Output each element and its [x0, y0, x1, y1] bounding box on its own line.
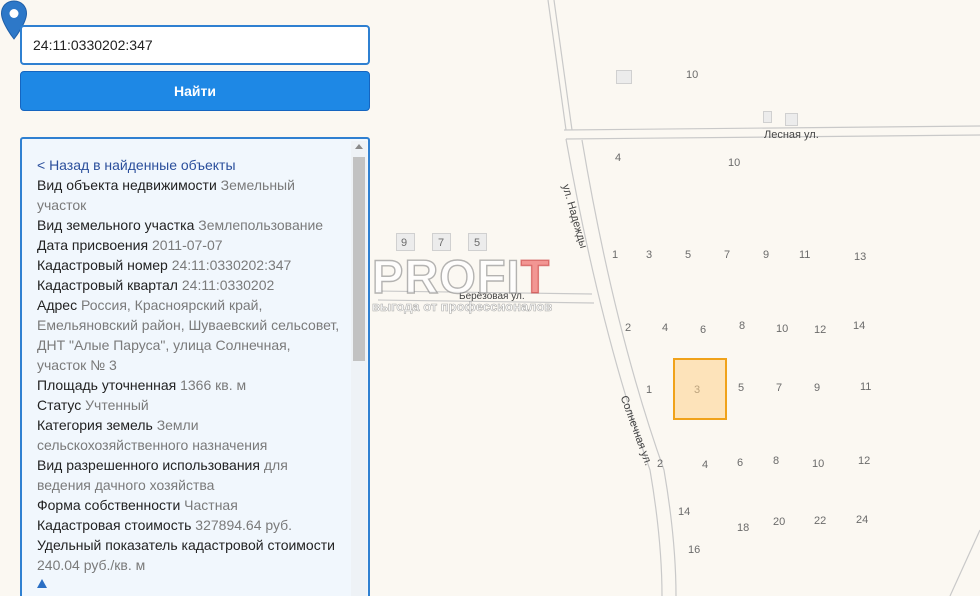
- building: [785, 113, 798, 126]
- watermark-main-accent: T: [520, 250, 551, 303]
- back-to-results-link[interactable]: < Назад в найденные объекты: [37, 155, 342, 175]
- info-row-object-type: Вид объекта недвижимости Земельный участ…: [37, 175, 342, 215]
- cadastral-search-input[interactable]: [20, 25, 370, 65]
- house-number: 1: [612, 249, 619, 261]
- house-number: 18: [737, 522, 750, 534]
- house-number: 14: [853, 320, 866, 332]
- house-number: 14: [678, 506, 691, 518]
- house-number: 5: [738, 382, 745, 394]
- info-label: Категория земель: [37, 417, 153, 433]
- house-number: 7: [438, 237, 445, 249]
- house-number: 10: [776, 323, 789, 335]
- info-label: Статус: [37, 397, 82, 413]
- info-row-land-category: Категория земель Земли сельскохозяйствен…: [37, 415, 342, 455]
- house-number: 2: [657, 458, 664, 470]
- info-label: Форма собственности: [37, 497, 181, 513]
- watermark-main: PROFI: [371, 250, 521, 303]
- info-value: Учтенный: [85, 397, 149, 413]
- info-row-land-type: Вид земельного участка Землепользование: [37, 215, 342, 235]
- house-number: 5: [685, 249, 692, 261]
- info-value: 2011-07-07: [151, 237, 223, 253]
- house-number: 10: [728, 157, 741, 169]
- house-number: 24: [856, 514, 869, 526]
- info-row-ownership: Форма собственности Частная: [37, 495, 342, 515]
- house-number: 11: [799, 249, 811, 261]
- house-number: 2: [625, 322, 632, 334]
- house-number: 7: [724, 249, 731, 261]
- house-number: 10: [686, 69, 699, 81]
- info-label: Удельный показатель кадастровой стоимост…: [37, 537, 335, 553]
- object-info-panel: < Назад в найденные объекты Вид объекта …: [20, 137, 370, 596]
- house-number: 3: [646, 249, 653, 261]
- info-value: 1366 кв. м: [180, 377, 247, 393]
- info-value: Частная: [184, 497, 238, 513]
- info-value: 327894.64 руб.: [195, 517, 293, 533]
- house-number: 13: [854, 251, 867, 263]
- info-label: Кадастровый квартал: [37, 277, 178, 293]
- info-value: 240.04 руб./кв. м: [37, 557, 146, 573]
- house-number: 1: [646, 384, 653, 396]
- info-label: Вид объекта недвижимости: [37, 177, 217, 193]
- info-label: Вид земельного участка: [37, 217, 195, 233]
- house-number: 16: [688, 544, 701, 556]
- info-label: Адрес: [37, 297, 78, 313]
- house-number: 6: [700, 324, 707, 336]
- info-row-permitted-use: Вид разрешенного использования для веден…: [37, 455, 342, 495]
- info-row-status: Статус Учтенный: [37, 395, 342, 415]
- house-number: 8: [739, 320, 746, 332]
- house-number: 20: [773, 516, 786, 528]
- find-button[interactable]: Найти: [20, 71, 370, 111]
- info-value: Землепользование: [198, 217, 324, 233]
- house-number: 4: [615, 152, 622, 164]
- info-value: 24:11:0330202: [181, 277, 275, 293]
- house-number: 10: [812, 458, 825, 470]
- info-row-cadastral-value: Кадастровая стоимость 327894.64 руб.: [37, 515, 342, 535]
- scroll-thumb[interactable]: [353, 157, 365, 361]
- house-number: 12: [814, 324, 827, 336]
- house-number: 9: [814, 382, 821, 394]
- info-row-assign-date: Дата присвоения 2011-07-07: [37, 235, 342, 255]
- house-number: 9: [401, 237, 408, 249]
- house-number: 7: [776, 382, 783, 394]
- panel-scrollbar[interactable]: [351, 141, 367, 596]
- info-label: Площадь уточненная: [37, 377, 177, 393]
- info-label: Кадастровая стоимость: [37, 517, 192, 533]
- profit-watermark: PROFIT выгода от профессионалов: [371, 250, 612, 315]
- house-number: 8: [773, 455, 780, 467]
- house-number: 22: [814, 515, 827, 527]
- house-number: 4: [702, 459, 709, 471]
- info-label: Вид разрешенного использования: [37, 457, 260, 473]
- house-number: 12: [858, 455, 871, 467]
- info-content: < Назад в найденные объекты Вид объекта …: [37, 155, 342, 575]
- watermark-subtitle: выгода от профессионалов: [372, 299, 553, 315]
- street-label-lesnaya: Лесная ул.: [764, 129, 819, 141]
- info-value: Россия, Красноярский край, Емельяновский…: [37, 297, 340, 373]
- collapse-up-icon[interactable]: [37, 579, 47, 588]
- house-number: 11: [860, 381, 872, 393]
- house-number: 4: [662, 322, 669, 334]
- info-value: 24:11:0330202:347: [171, 257, 292, 273]
- info-row-cadastral-quarter: Кадастровый квартал 24:11:0330202: [37, 275, 342, 295]
- info-row-area: Площадь уточненная 1366 кв. м: [37, 375, 342, 395]
- info-label: Кадастровый номер: [37, 257, 168, 273]
- building: [616, 70, 632, 84]
- selected-parcel[interactable]: [673, 358, 727, 420]
- scroll-up-icon[interactable]: [355, 144, 363, 149]
- road-solnechnaya: [565, 138, 663, 596]
- building: [763, 111, 772, 123]
- info-row-address: Адрес Россия, Красноярский край, Емельян…: [37, 295, 342, 375]
- info-row-cadastral-number: Кадастровый номер 24:11:0330202:347: [37, 255, 342, 275]
- info-label: Дата присвоения: [37, 237, 149, 253]
- house-number: 6: [737, 457, 744, 469]
- house-number: 5: [474, 237, 481, 249]
- info-row-specific-value: Удельный показатель кадастровой стоимост…: [37, 535, 342, 575]
- house-number: 9: [763, 249, 770, 261]
